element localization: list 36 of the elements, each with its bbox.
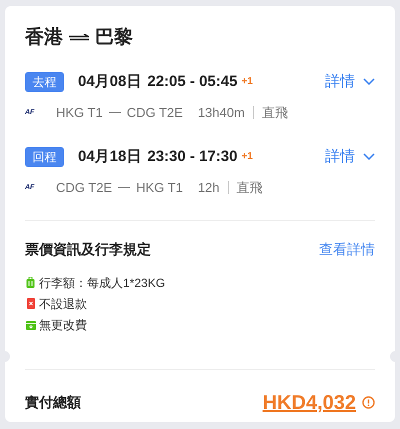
total-label: 實付總額	[25, 393, 81, 412]
policy-text: 行李額：每成人1*23KG	[39, 274, 166, 292]
chevron-down-icon	[363, 153, 375, 160]
route-from: CDG T2E	[56, 179, 112, 197]
info-icon[interactable]	[362, 396, 375, 409]
no-refund-icon	[26, 298, 34, 309]
route-to: HKG T1	[136, 179, 183, 197]
luggage-icon	[26, 277, 35, 288]
route-dash	[118, 187, 130, 188]
day-offset: +1	[241, 75, 253, 90]
round-trip-icon	[69, 34, 89, 42]
flight-duration: 13h40m	[198, 104, 245, 122]
flight-times: 22:05 - 05:45	[147, 72, 238, 92]
flight-duration: 12h	[198, 179, 220, 197]
calendar-icon	[26, 320, 36, 330]
fare-rules-heading: 票價資訊及行李規定	[25, 240, 151, 259]
details-link[interactable]: 詳情	[325, 146, 375, 168]
chevron-down-icon	[363, 78, 375, 86]
route-dash	[108, 112, 121, 114]
view-details-link[interactable]: 查看詳情	[319, 238, 375, 260]
flight-date: 04月18日	[78, 146, 142, 166]
origin-city: 香港	[25, 26, 63, 50]
policy-text: 不設退款	[39, 296, 87, 312]
policy-text: 無更改費	[39, 316, 87, 334]
flight-stops: 直飛	[262, 104, 288, 122]
flight-times: 23:30 - 17:30	[147, 146, 238, 166]
destination-city: 巴黎	[95, 26, 133, 50]
total-amount[interactable]: HKD4,032	[262, 388, 356, 418]
route-from: HKG T1	[56, 104, 103, 122]
day-offset: +1	[241, 150, 253, 164]
trip-tag: 去程	[25, 72, 64, 92]
route-to: CDG T2E	[126, 104, 183, 122]
flight-date: 04月08日	[78, 72, 142, 92]
trip-tag: 回程	[25, 146, 64, 167]
flight-stops: 直飛	[236, 179, 263, 197]
details-link[interactable]: 詳情	[325, 70, 375, 93]
